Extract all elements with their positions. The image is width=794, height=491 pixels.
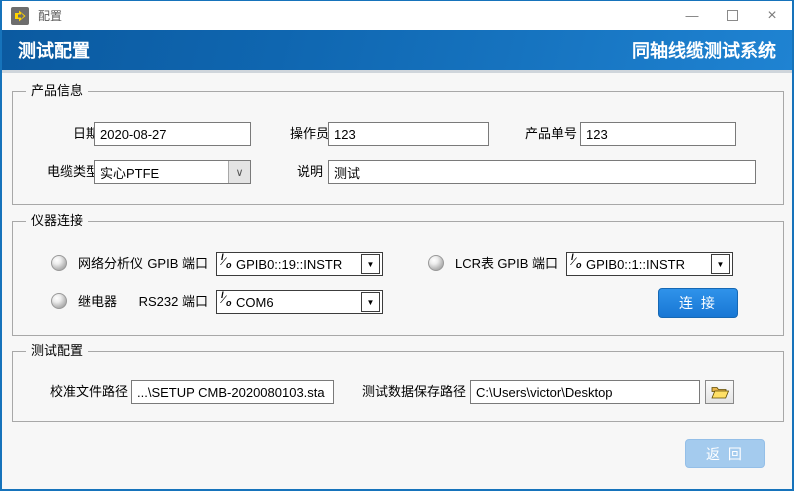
system-title: 同轴线缆测试系统 xyxy=(632,37,776,63)
network-analyzer-label: 网络分析仪 xyxy=(78,252,143,276)
relay-port-value: COM6 xyxy=(232,295,361,310)
save-path-input[interactable] xyxy=(470,380,700,404)
calibration-path-input[interactable] xyxy=(131,380,334,404)
visa-io-icon: I⁄o xyxy=(220,255,232,273)
calibration-path-label: 校准文件路径 xyxy=(48,380,128,404)
minimize-icon: — xyxy=(686,8,699,23)
relay-label: 继电器 xyxy=(78,290,117,314)
lcr-meter-led-indicator xyxy=(428,255,444,271)
close-icon: × xyxy=(767,8,776,24)
dropdown-arrow-icon[interactable]: ▼ xyxy=(361,254,380,274)
save-path-label: 测试数据保存路径 xyxy=(361,380,466,404)
lcr-meter-label: LCR表 xyxy=(455,252,494,276)
minimize-button[interactable]: — xyxy=(672,1,712,30)
date-label: 日期 xyxy=(31,122,99,146)
visa-io-icon: I⁄o xyxy=(570,255,582,273)
order-label: 产品单号 xyxy=(511,122,577,146)
relay-led-indicator xyxy=(51,293,67,309)
relay-port-label: RS232 端口 xyxy=(138,290,208,314)
network-analyzer-port-label: GPIB 端口 xyxy=(146,252,208,276)
group-test-config-title: 测试配置 xyxy=(26,343,88,359)
date-input[interactable] xyxy=(94,122,251,146)
cable-type-select[interactable]: 实心PTFE ∨ xyxy=(94,160,251,184)
group-instruments: 仪器连接 网络分析仪 GPIB 端口 I⁄o GPIB0::19::INSTR … xyxy=(12,221,784,336)
dropdown-arrow-icon[interactable]: ▼ xyxy=(711,254,730,274)
group-instruments-title: 仪器连接 xyxy=(26,213,88,229)
description-input[interactable] xyxy=(328,160,756,184)
cable-type-label: 电缆类型 xyxy=(25,160,99,184)
return-button[interactable]: 返 回 xyxy=(685,439,765,468)
description-label: 说明 xyxy=(281,160,323,184)
network-analyzer-port-value: GPIB0::19::INSTR xyxy=(232,257,361,272)
operator-label: 操作员 xyxy=(263,122,329,146)
order-input[interactable] xyxy=(580,122,736,146)
group-product-title: 产品信息 xyxy=(26,83,88,99)
network-analyzer-visa-select[interactable]: I⁄o GPIB0::19::INSTR ▼ xyxy=(216,252,383,276)
titlebar: 配置 — × xyxy=(2,1,792,30)
folder-open-icon xyxy=(711,385,729,399)
page-title: 测试配置 xyxy=(18,37,90,63)
close-button[interactable]: × xyxy=(752,1,792,30)
lcr-meter-visa-select[interactable]: I⁄o GPIB0::1::INSTR ▼ xyxy=(566,252,733,276)
lcr-meter-port-label: GPIB 端口 xyxy=(496,252,558,276)
window-title: 配置 xyxy=(38,7,62,24)
labview-app-icon xyxy=(11,7,29,25)
dropdown-arrow-icon[interactable]: ▼ xyxy=(361,292,380,312)
header-banner: 测试配置 同轴线缆测试系统 xyxy=(2,30,792,73)
operator-input[interactable] xyxy=(328,122,489,146)
lcr-meter-port-value: GPIB0::1::INSTR xyxy=(582,257,711,272)
maximize-icon xyxy=(727,10,738,21)
config-window: 配置 — × 测试配置 同轴线缆测试系统 产品信息 日期 操作员 产品单号 电缆… xyxy=(0,0,794,491)
connect-button[interactable]: 连 接 xyxy=(658,288,738,318)
maximize-button[interactable] xyxy=(712,1,752,30)
group-test-config: 测试配置 校准文件路径 测试数据保存路径 xyxy=(12,351,784,422)
relay-visa-select[interactable]: I⁄o COM6 ▼ xyxy=(216,290,383,314)
group-product-info: 产品信息 日期 操作员 产品单号 电缆类型 实心PTFE ∨ 说明 xyxy=(12,91,784,205)
chevron-down-icon[interactable]: ∨ xyxy=(228,161,250,183)
visa-io-icon: I⁄o xyxy=(220,293,232,311)
browse-folder-button[interactable] xyxy=(705,380,734,404)
network-analyzer-led-indicator xyxy=(51,255,67,271)
cable-type-value: 实心PTFE xyxy=(95,163,228,182)
